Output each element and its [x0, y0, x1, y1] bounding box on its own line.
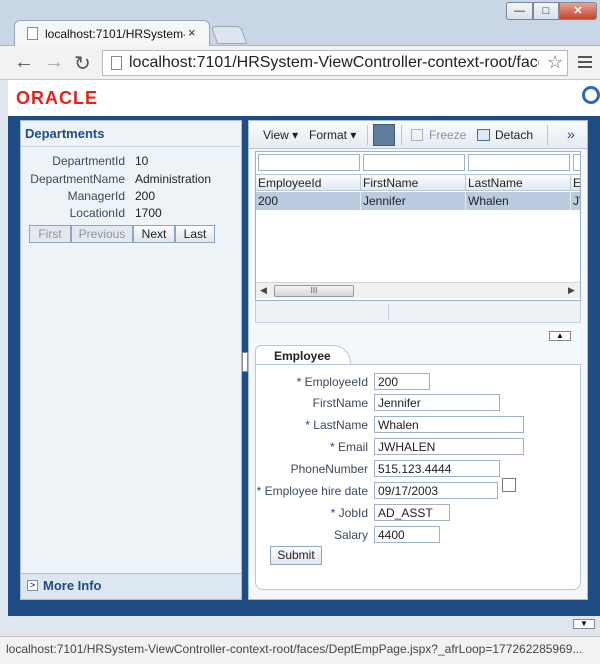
- last-name-field[interactable]: Whalen: [374, 416, 524, 433]
- last-name-label: * LastName: [305, 418, 368, 432]
- column-header-employee-id[interactable]: EmployeeId: [256, 174, 361, 191]
- employee-id-label: * EmployeeId: [296, 375, 368, 389]
- table-toolbar: View ▾ Format ▾ Freeze Detach »: [249, 121, 587, 149]
- horizontal-scrollbar[interactable]: ◀ III ▶: [256, 282, 580, 298]
- browser-status-bar: localhost:7101/HRSystem-ViewController-c…: [0, 636, 600, 664]
- next-button[interactable]: Next: [133, 225, 175, 243]
- first-button[interactable]: First: [29, 225, 71, 243]
- browser-tab[interactable]: localhost:7101/HRSystem- ×: [14, 20, 210, 46]
- app-header: ORACLE: [8, 80, 600, 116]
- filter-first-name[interactable]: [363, 154, 465, 171]
- location-id-value: 1700: [135, 206, 162, 220]
- email-label: * Email: [329, 440, 368, 454]
- browser-toolbar: ← → ↻ localhost:7101/HRSystem-ViewContro…: [0, 46, 600, 80]
- location-id-label: LocationId: [69, 206, 125, 220]
- departments-panel: Departments DepartmentId 10 DepartmentNa…: [20, 120, 242, 600]
- employee-id-field[interactable]: 200: [374, 373, 430, 390]
- collapse-down-icon[interactable]: ▼: [573, 619, 595, 629]
- scroll-left-icon[interactable]: ◀: [260, 285, 267, 296]
- job-id-field[interactable]: AD_ASST: [374, 504, 450, 521]
- column-header-first-name[interactable]: FirstName: [361, 174, 466, 191]
- employees-table: EmployeeId FirstName LastName En 200 Jen…: [255, 151, 581, 301]
- scroll-right-icon[interactable]: ▶: [568, 285, 575, 296]
- new-tab-button[interactable]: [210, 26, 248, 44]
- filter-email[interactable]: [573, 154, 580, 171]
- manager-id-value: 200: [135, 189, 156, 203]
- calendar-icon[interactable]: [502, 478, 516, 492]
- table-cell[interactable]: JV: [571, 192, 580, 210]
- last-button[interactable]: Last: [175, 225, 215, 243]
- required-icon: *: [329, 440, 335, 454]
- first-name-field[interactable]: Jennifer: [374, 394, 500, 411]
- filter-employee-id[interactable]: [258, 154, 360, 171]
- previous-button[interactable]: Previous: [71, 225, 133, 243]
- required-icon: *: [330, 506, 336, 520]
- hire-date-label: * Employee hire date: [256, 484, 368, 498]
- departments-title: Departments: [25, 126, 105, 141]
- page-icon: [27, 27, 38, 40]
- back-arrow-icon[interactable]: ←: [14, 51, 34, 74]
- department-name-value: Administration: [135, 172, 212, 186]
- freeze-button[interactable]: Freeze: [429, 128, 466, 142]
- phone-number-label: PhoneNumber: [290, 462, 368, 476]
- reload-icon[interactable]: ↻: [74, 51, 91, 76]
- format-menu[interactable]: Format ▾: [309, 128, 356, 142]
- menu-icon[interactable]: [578, 53, 592, 71]
- forward-arrow-icon[interactable]: →: [44, 51, 64, 74]
- department-name-label: DepartmentName: [30, 172, 125, 186]
- filter-last-name[interactable]: [468, 154, 570, 171]
- app-content: Departments DepartmentId 10 DepartmentNa…: [8, 116, 600, 616]
- first-name-label: FirstName: [312, 396, 368, 410]
- column-header-last-name[interactable]: LastName: [466, 174, 571, 191]
- hire-date-field[interactable]: 09/17/2003: [374, 482, 498, 499]
- submit-button[interactable]: Submit: [270, 546, 322, 565]
- maximize-button[interactable]: □: [533, 2, 559, 20]
- app-status-icon: [582, 86, 600, 104]
- more-info-header[interactable]: > More Info: [21, 573, 241, 599]
- oracle-logo: ORACLE: [16, 88, 98, 108]
- expand-icon[interactable]: >: [27, 580, 38, 591]
- salary-label: Salary: [333, 528, 368, 542]
- tab-employee-label: Employee: [274, 349, 331, 363]
- close-window-button[interactable]: ✕: [559, 2, 597, 20]
- required-icon: *: [256, 484, 262, 498]
- freeze-icon: [411, 129, 423, 141]
- query-by-example-icon[interactable]: [373, 124, 395, 146]
- collapse-up-icon[interactable]: ▲: [549, 331, 571, 341]
- detach-button[interactable]: Detach: [495, 128, 533, 142]
- browser-titlebar: localhost:7101/HRSystem- × — □ ✕: [0, 0, 600, 46]
- address-bar[interactable]: localhost:7101/HRSystem-ViewController-c…: [102, 50, 568, 76]
- phone-number-field[interactable]: 515.123.4444: [374, 460, 500, 477]
- toolbar-overflow-icon[interactable]: »: [567, 126, 575, 142]
- bookmark-star-icon[interactable]: ☆: [547, 52, 563, 73]
- department-id-label: DepartmentId: [52, 154, 125, 168]
- tab-employee[interactable]: Employee: [255, 345, 351, 365]
- view-menu[interactable]: View ▾: [263, 128, 298, 142]
- page-icon: [111, 56, 122, 70]
- job-id-label: * JobId: [330, 506, 368, 520]
- detach-icon: [477, 129, 490, 141]
- department-id-value: 10: [135, 154, 149, 168]
- email-field[interactable]: JWHALEN: [374, 438, 524, 455]
- more-info-label[interactable]: More Info: [43, 578, 102, 593]
- required-icon: *: [296, 375, 302, 389]
- employees-panel: View ▾ Format ▾ Freeze Detach » Employee…: [248, 120, 588, 600]
- salary-field[interactable]: 4400: [374, 526, 440, 543]
- table-cell[interactable]: 200: [256, 192, 361, 210]
- table-cell[interactable]: Jennifer: [361, 192, 466, 210]
- status-url: localhost:7101/HRSystem-ViewController-c…: [6, 642, 583, 656]
- tab-title: localhost:7101/HRSystem-: [45, 27, 185, 41]
- manager-id-label: ManagerId: [67, 189, 125, 203]
- table-cell[interactable]: Whalen: [466, 192, 571, 210]
- required-icon: *: [305, 418, 310, 432]
- table-footer: [255, 301, 581, 323]
- column-header-email[interactable]: En: [571, 174, 580, 191]
- url-text[interactable]: localhost:7101/HRSystem-ViewController-c…: [129, 54, 539, 72]
- scrollbar-thumb[interactable]: III: [274, 285, 354, 297]
- minimize-button[interactable]: —: [506, 2, 533, 20]
- employee-form: * EmployeeId 200 FirstName Jennifer * La…: [255, 364, 581, 590]
- close-icon[interactable]: ×: [188, 25, 196, 40]
